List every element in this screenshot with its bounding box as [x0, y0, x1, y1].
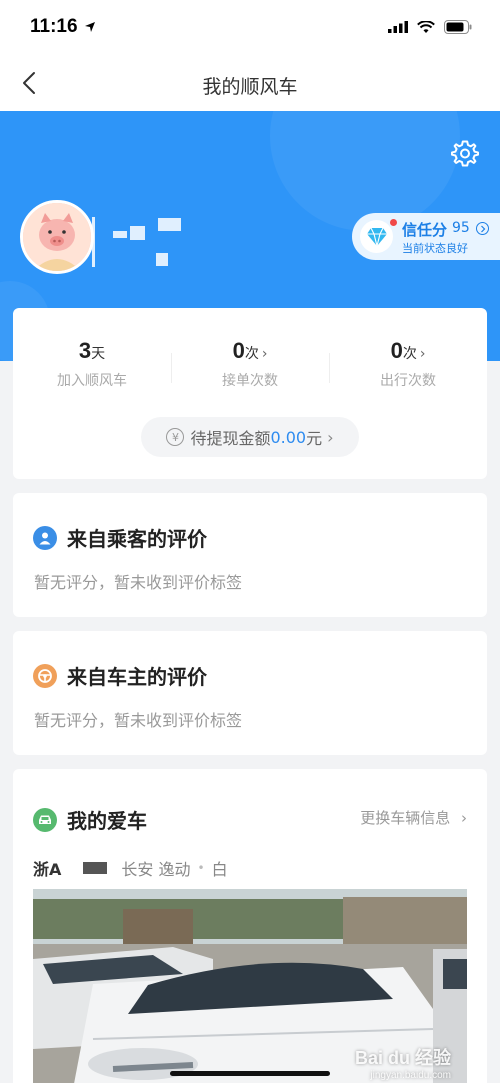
cellular-signal-icon [388, 21, 408, 33]
withdraw-balance-button[interactable]: ¥ 待提现金额 0.00 元 › [141, 417, 359, 457]
stat-label: 加入顺风车 [57, 373, 127, 389]
car-icon [33, 807, 57, 832]
car-color: 白 [211, 860, 228, 879]
car-model: 长安 逸动 [121, 860, 191, 879]
pig-avatar-icon [23, 203, 91, 271]
withdraw-label: 待提现金额 [190, 429, 271, 448]
stat-unit: 天 [91, 346, 106, 362]
card-title: 来自车主的评价 [67, 665, 207, 689]
stat-unit: 次 [402, 346, 417, 362]
credit-label: 信任分 [402, 221, 448, 239]
credit-status: 当前状态良好 [402, 242, 468, 255]
chevron-right-icon: › [461, 809, 467, 827]
watermark-brand: Bai du 经验 [354, 1048, 451, 1068]
stat-label: 接单次数 [222, 373, 278, 389]
chevron-right-icon [476, 222, 489, 235]
card-subtitle: 暂无评分，暂未收到评价标签 [34, 711, 243, 730]
separator-dot: • [197, 861, 205, 875]
card-title: 来自乘客的评价 [67, 527, 207, 551]
settings-button[interactable] [448, 136, 482, 170]
plate-redacted [83, 862, 108, 874]
wifi-icon [417, 20, 435, 33]
yen-icon: ¥ [166, 428, 185, 446]
passenger-icon [33, 525, 57, 550]
change-vehicle-label: 更换车辆信息 [360, 809, 451, 827]
credit-score: 95 [452, 220, 470, 236]
stat-trips[interactable]: 0次 › 出行次数 [329, 338, 487, 390]
withdraw-currency: 元 [306, 429, 323, 448]
driver-reviews-card[interactable]: 来自车主的评价 暂无评分，暂未收到评价标签 [13, 631, 487, 755]
gear-icon [451, 140, 479, 167]
steering-wheel-icon [33, 663, 57, 688]
location-arrow-icon [85, 22, 95, 32]
license-plate: 浙A [33, 860, 62, 879]
stat-days-joined: 3天 加入顺风车 [13, 338, 171, 390]
stat-label: 出行次数 [380, 373, 436, 389]
stat-value: 0 [390, 338, 403, 363]
watermark: Bai du 经验 jingyan.baidu.com [355, 1044, 451, 1081]
watermark-url: jingyan.baidu.com [370, 1070, 451, 1081]
car-photo: Bai du 经验 jingyan.baidu.com [33, 889, 467, 1083]
change-vehicle-link[interactable]: 更换车辆信息 › [360, 807, 467, 828]
diamond-icon [360, 220, 393, 253]
page-title: 我的顺风车 [202, 76, 298, 98]
vehicle-info: 浙A 长安 逸动 • 白 [33, 856, 228, 880]
navigation-bar: 我的顺风车 [0, 56, 500, 111]
battery-icon [444, 20, 472, 34]
status-indicators [388, 20, 472, 34]
my-car-card: 我的爱车 更换车辆信息 › 浙A 长安 逸动 • 白 Bai du 经验 jin… [13, 769, 487, 1083]
notification-dot [390, 219, 397, 226]
credit-score-badge[interactable]: 信任分 95 当前状态良好 [352, 213, 500, 260]
stat-value: 0 [232, 338, 245, 363]
stats-card: 3天 加入顺风车 0次 › 接单次数 0次 › 出行次数 ¥ 待提现金额 0.00 … [13, 308, 487, 479]
stat-unit: 次 [244, 346, 259, 362]
status-time: 11:16 [30, 16, 78, 37]
avatar[interactable] [20, 200, 94, 274]
passenger-reviews-card[interactable]: 来自乘客的评价 暂无评分，暂未收到评价标签 [13, 493, 487, 617]
chevron-right-icon: › [327, 427, 334, 447]
card-subtitle: 暂无评分，暂未收到评价标签 [34, 573, 243, 592]
stat-orders-accepted[interactable]: 0次 › 接单次数 [171, 338, 329, 390]
card-title: 我的爱车 [67, 809, 147, 833]
chevron-right-icon: › [419, 346, 426, 362]
withdraw-amount: 0.00 [270, 427, 307, 447]
home-indicator[interactable] [170, 1071, 330, 1076]
chevron-right-icon: › [261, 346, 268, 362]
status-bar: 11:16 [0, 0, 500, 56]
stat-value: 3 [78, 338, 92, 363]
